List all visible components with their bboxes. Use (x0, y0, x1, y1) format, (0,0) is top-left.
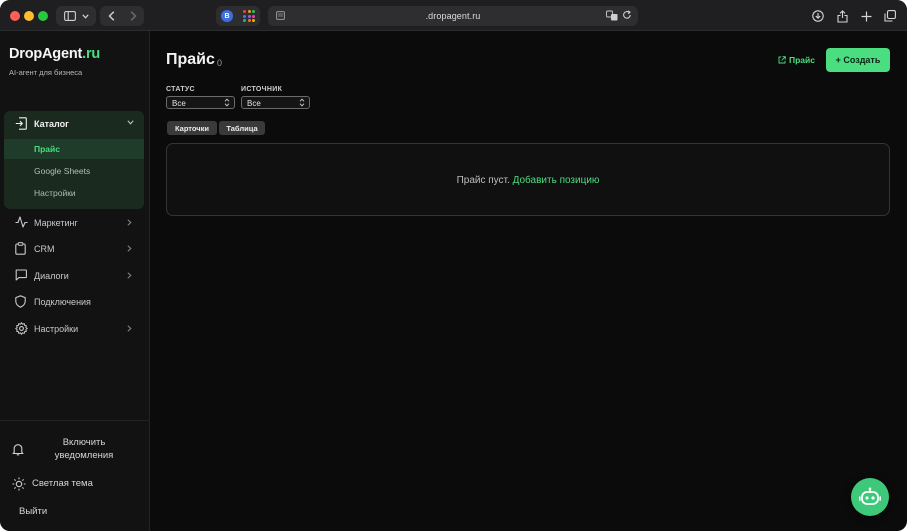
browser-navigation (100, 6, 144, 26)
sidebar-item-catalog[interactable]: Каталог (4, 111, 144, 137)
select-arrows-icon (224, 98, 230, 107)
sidebar-subitem-catalog-settings[interactable]: Настройки (4, 183, 144, 203)
browser-toolbar: B .dropagent.ru (0, 0, 907, 31)
gear-icon (15, 322, 28, 335)
catalog-icon (15, 117, 27, 130)
share-button[interactable] (833, 7, 851, 25)
items-count: 0 (217, 58, 223, 68)
minimize-window-button[interactable] (24, 11, 34, 21)
status-filter-label: СТАТУС (166, 86, 195, 93)
clipboard-icon (15, 242, 26, 255)
source-filter-label: ИСТОЧНИК (241, 86, 283, 93)
main-content: Прайс 0 Прайс + Создать СТАТУС Все ИСТОЧ… (151, 31, 907, 531)
app-sidebar: DropAgent.ru AI-агент для бизнеса Катало… (0, 31, 150, 531)
external-link-icon (778, 56, 786, 64)
create-button[interactable]: + Создать (826, 48, 890, 72)
download-icon (812, 10, 824, 22)
chat-icon (15, 269, 27, 281)
sidebar-footer: Включить уведомления Светлая тема Выйти (0, 420, 150, 531)
sun-icon (12, 477, 26, 491)
tab-overview-button[interactable] (881, 7, 899, 25)
maximize-window-button[interactable] (38, 11, 48, 21)
sidebar-subitem-google-sheets[interactable]: Google Sheets (4, 161, 144, 181)
plus-icon (861, 11, 871, 21)
chevron-right-icon (127, 219, 132, 226)
open-price-link[interactable]: Прайс (778, 55, 815, 65)
brand-tagline: AI-агент для бизнеса (9, 68, 83, 77)
app-window: B .dropagent.ru DropAgent.ru AI-агент дл… (0, 0, 907, 531)
empty-state-text: Прайс пуст. Добавить позицию (456, 175, 600, 186)
ai-assistant-button[interactable] (851, 478, 889, 516)
browser-sidebar-toggle[interactable] (56, 6, 96, 26)
bell-icon (12, 444, 24, 456)
catalog-group: Каталог Прайс Google Sheets Настройки (4, 111, 144, 209)
new-tab-button[interactable] (857, 7, 875, 25)
brand-logo[interactable]: DropAgent.ru (9, 46, 100, 62)
url-text: .dropagent.ru (425, 11, 481, 21)
chevron-down-icon (127, 120, 134, 125)
address-bar[interactable]: .dropagent.ru (268, 6, 638, 26)
status-filter-select[interactable]: Все (166, 96, 235, 109)
back-arrow-icon[interactable] (107, 11, 115, 21)
source-filter-select[interactable]: Все (241, 96, 310, 109)
tabs-icon (884, 10, 896, 22)
extensions-area: B (216, 6, 260, 26)
shield-icon (15, 295, 26, 308)
chevron-right-icon (127, 325, 132, 332)
logout-button[interactable]: Выйти (0, 505, 150, 521)
sidebar-item-dialogs[interactable]: Диалоги (4, 265, 144, 287)
sidebar-item-connections[interactable]: Подключения (4, 291, 144, 313)
sidebar-item-marketing[interactable]: Маркетинг (4, 212, 144, 234)
forward-arrow-icon[interactable] (130, 11, 137, 21)
light-theme-toggle[interactable]: Светлая тема (0, 475, 150, 493)
sidebar-subitem-price[interactable]: Прайс (4, 139, 144, 159)
activity-icon (15, 216, 28, 228)
extension-b-icon[interactable]: B (221, 10, 233, 22)
apps-grid-icon[interactable] (243, 10, 255, 22)
reload-icon[interactable] (622, 10, 632, 20)
sidebar-item-crm[interactable]: CRM (4, 238, 144, 260)
chevron-down-icon (81, 13, 89, 19)
translate-icon[interactable] (606, 10, 618, 21)
add-item-link[interactable]: Добавить позицию (513, 175, 600, 186)
close-window-button[interactable] (10, 11, 20, 21)
robot-icon (859, 487, 881, 505)
page-title: Прайс (166, 51, 215, 68)
sidebar-item-label: Каталог (34, 119, 69, 129)
chevron-right-icon (127, 245, 132, 252)
select-arrows-icon (299, 98, 305, 107)
view-cards-button[interactable]: Карточки (167, 121, 217, 135)
share-icon (836, 9, 848, 23)
sidebar-item-settings[interactable]: Настройки (4, 318, 144, 340)
enable-notifications-button[interactable]: Включить уведомления (0, 435, 150, 463)
downloads-button[interactable] (809, 7, 827, 25)
view-table-button[interactable]: Таблица (219, 121, 265, 135)
empty-state-panel: Прайс пуст. Добавить позицию (166, 143, 890, 216)
chevron-right-icon (127, 272, 132, 279)
sidebar-icon (63, 11, 76, 21)
